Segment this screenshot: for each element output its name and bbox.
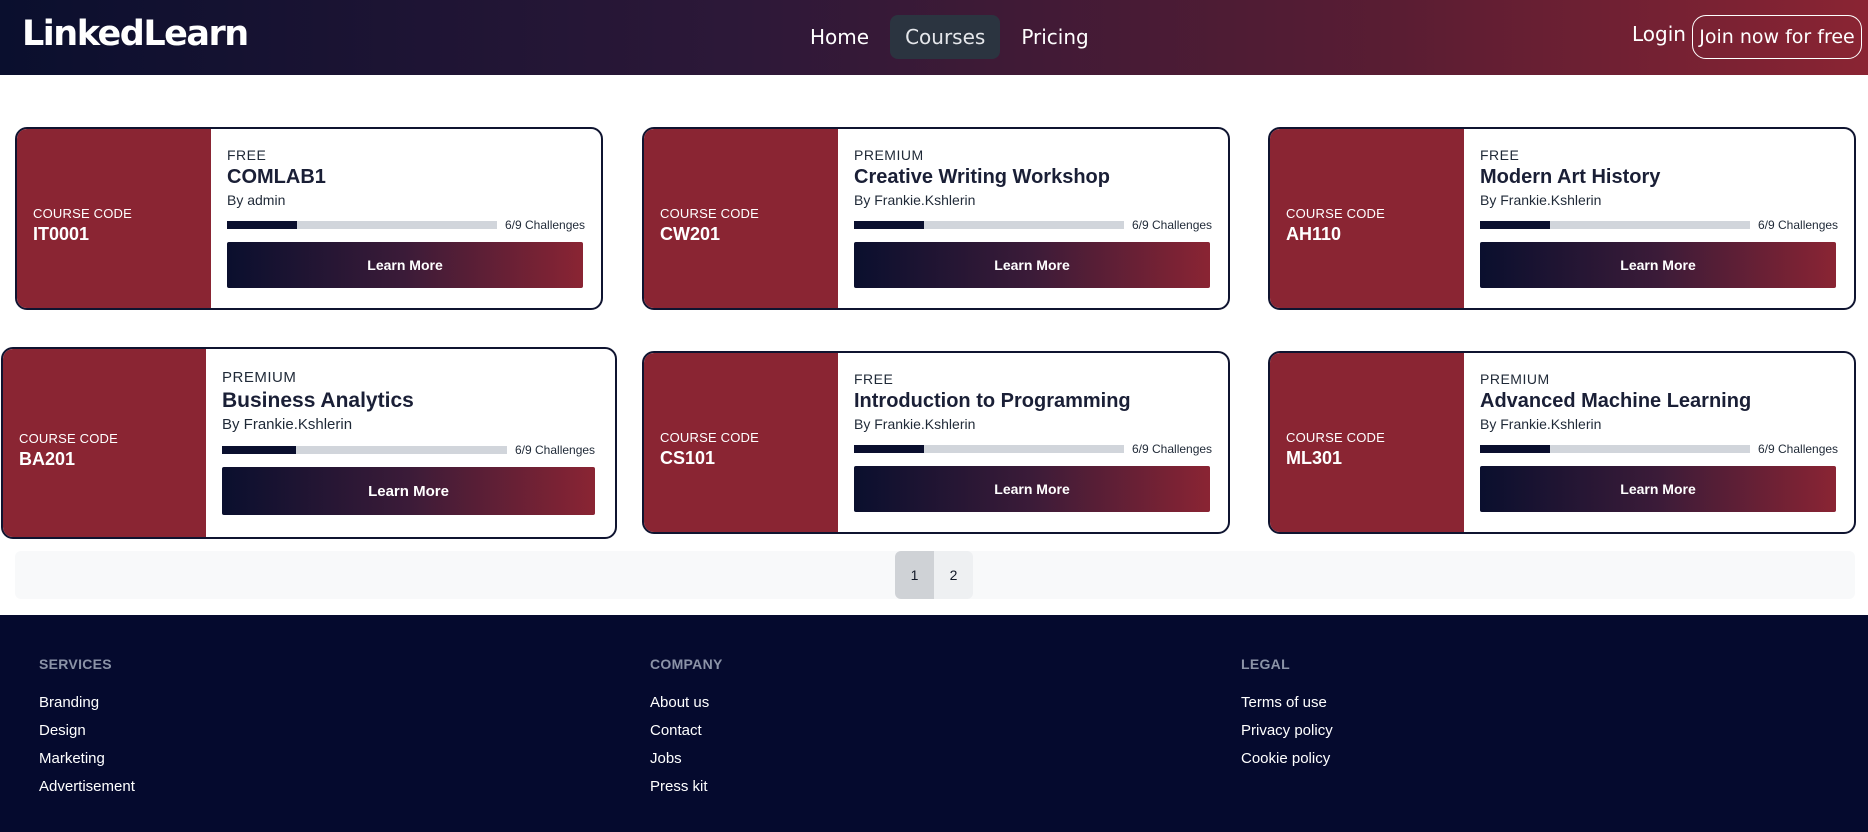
progress-fill [854, 445, 925, 453]
footer-services: SERVICES Branding Design Marketing Adver… [39, 656, 135, 795]
page-button-2[interactable]: 2 [934, 551, 973, 599]
top-navbar: LinkedLearn Home Courses Pricing Login J… [0, 0, 1868, 75]
course-card: COURSE CODE IT0001 FREE COMLAB1 By admin… [15, 127, 603, 310]
course-code-label: COURSE CODE [19, 430, 118, 446]
course-code-label: COURSE CODE [1286, 430, 1385, 445]
course-code: BA201 [19, 448, 76, 469]
progress-fill [222, 446, 297, 454]
course-title: Advanced Machine Learning [1480, 390, 1752, 412]
nav-home[interactable]: Home [795, 15, 884, 59]
main-nav: Home Courses Pricing [795, 15, 1104, 59]
footer-link-jobs[interactable]: Jobs [650, 750, 723, 767]
footer-link-branding[interactable]: Branding [39, 694, 135, 711]
course-code-panel: COURSE CODE CS101 [644, 353, 838, 532]
course-card: COURSE CODE CS101 FREE Introduction to P… [642, 351, 1230, 534]
progress-bar [227, 221, 497, 229]
brand-logo[interactable]: LinkedLearn [22, 14, 249, 54]
progress-bar [854, 221, 1124, 229]
course-author: By Frankie.Kshlerin [1480, 192, 1602, 208]
course-code-panel: COURSE CODE CW201 [644, 129, 838, 308]
progress-fill [1480, 445, 1551, 453]
learn-more-button[interactable]: Learn More [854, 466, 1210, 512]
progress-text: 6/9 Challenges [1758, 442, 1839, 456]
nav-pricing[interactable]: Pricing [1006, 15, 1103, 59]
course-tier: PREMIUM [1480, 371, 1550, 387]
course-code: ML301 [1286, 448, 1343, 468]
footer-company: COMPANY About us Contact Jobs Press kit [650, 656, 723, 795]
progress-text: 6/9 Challenges [505, 218, 586, 232]
course-tier: FREE [1480, 147, 1520, 163]
course-code-panel: COURSE CODE IT0001 [17, 129, 211, 308]
course-code: CW201 [660, 224, 721, 244]
course-code-label: COURSE CODE [660, 430, 759, 445]
join-button[interactable]: Join now for free [1692, 15, 1862, 59]
learn-more-button[interactable]: Learn More [227, 242, 583, 288]
progress-bar [854, 445, 1124, 453]
course-code: IT0001 [33, 224, 90, 244]
course-code: CS101 [660, 448, 716, 468]
progress-text: 6/9 Challenges [515, 443, 596, 457]
course-title: Creative Writing Workshop [854, 166, 1110, 188]
footer-legal: LEGAL Terms of use Privacy policy Cookie… [1241, 656, 1333, 767]
course-code-panel: COURSE CODE ML301 [1270, 353, 1464, 532]
course-author: By admin [227, 192, 286, 208]
footer-link-privacy[interactable]: Privacy policy [1241, 722, 1333, 739]
course-author: By Frankie.Kshlerin [222, 416, 353, 433]
progress-bar [1480, 221, 1750, 229]
course-tier: FREE [854, 371, 894, 387]
site-footer: SERVICES Branding Design Marketing Adver… [0, 615, 1868, 832]
course-code: AH110 [1286, 224, 1342, 244]
course-tier: FREE [227, 147, 267, 163]
course-code-panel: COURSE CODE BA201 [3, 349, 206, 537]
course-title: Introduction to Programming [854, 390, 1131, 412]
course-card-hovered: COURSE CODE BA201 PREMIUM Business Analy… [1, 347, 617, 539]
progress-text: 6/9 Challenges [1758, 218, 1839, 232]
learn-more-button[interactable]: Learn More [222, 467, 595, 515]
login-link[interactable]: Login [1632, 22, 1686, 46]
course-code-panel: COURSE CODE AH110 [1270, 129, 1464, 308]
footer-link-marketing[interactable]: Marketing [39, 750, 135, 767]
course-code-label: COURSE CODE [1286, 206, 1385, 221]
footer-heading: LEGAL [1241, 656, 1290, 672]
course-card: COURSE CODE CW201 PREMIUM Creative Writi… [642, 127, 1230, 310]
course-title: Modern Art History [1480, 166, 1661, 188]
pagination: 1 2 [895, 551, 973, 599]
progress-fill [1480, 221, 1551, 229]
course-code-label: COURSE CODE [660, 206, 759, 221]
progress-fill [854, 221, 925, 229]
footer-link-terms[interactable]: Terms of use [1241, 694, 1333, 711]
footer-heading: SERVICES [39, 656, 112, 672]
footer-heading: COMPANY [650, 656, 723, 672]
course-code-label: COURSE CODE [33, 206, 132, 221]
page-button-1[interactable]: 1 [895, 551, 934, 599]
nav-courses[interactable]: Courses [890, 15, 1001, 59]
course-tier: PREMIUM [854, 147, 924, 163]
learn-more-button[interactable]: Learn More [854, 242, 1210, 288]
footer-link-cookie[interactable]: Cookie policy [1241, 750, 1333, 767]
learn-more-button[interactable]: Learn More [1480, 242, 1836, 288]
course-card: COURSE CODE AH110 FREE Modern Art Histor… [1268, 127, 1856, 310]
course-tier: PREMIUM [222, 369, 297, 386]
progress-bar [1480, 445, 1750, 453]
course-card: COURSE CODE ML301 PREMIUM Advanced Machi… [1268, 351, 1856, 534]
footer-link-design[interactable]: Design [39, 722, 135, 739]
footer-link-about[interactable]: About us [650, 694, 723, 711]
footer-link-advertisement[interactable]: Advertisement [39, 778, 135, 795]
footer-link-press[interactable]: Press kit [650, 778, 723, 795]
progress-text: 6/9 Challenges [1132, 218, 1213, 232]
progress-text: 6/9 Challenges [1132, 442, 1213, 456]
course-title: Business Analytics [222, 389, 414, 412]
progress-fill [227, 221, 298, 229]
learn-more-button[interactable]: Learn More [1480, 466, 1836, 512]
course-author: By Frankie.Kshlerin [1480, 416, 1602, 432]
course-author: By Frankie.Kshlerin [854, 192, 976, 208]
course-author: By Frankie.Kshlerin [854, 416, 976, 432]
course-title: COMLAB1 [227, 166, 326, 188]
progress-bar [222, 446, 507, 454]
footer-link-contact[interactable]: Contact [650, 722, 723, 739]
